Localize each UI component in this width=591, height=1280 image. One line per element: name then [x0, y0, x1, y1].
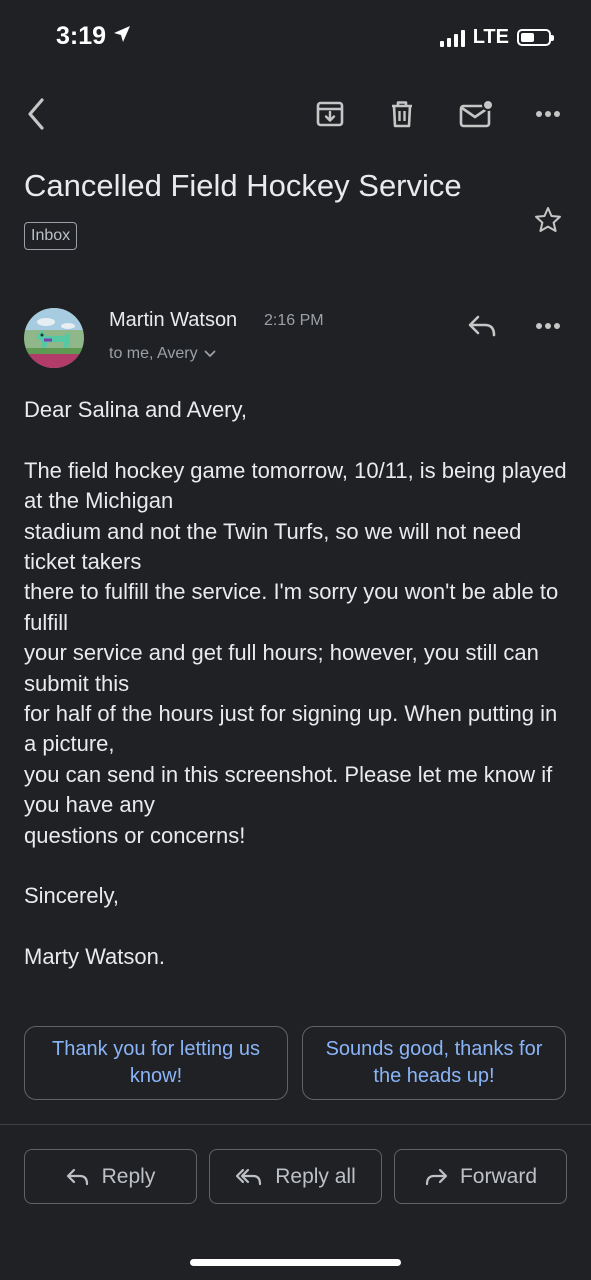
body-line: your service and get full hours; however… — [24, 640, 539, 696]
forward-button[interactable]: Forward — [394, 1149, 567, 1204]
recipients-text: to me, Avery — [109, 345, 198, 362]
sent-time: 2:16 PM — [264, 312, 324, 329]
chevron-down-icon — [204, 350, 216, 358]
reply-all-button[interactable]: Reply all — [209, 1149, 382, 1204]
mark-unread-button[interactable] — [454, 94, 498, 134]
location-arrow-icon — [112, 22, 132, 51]
divider — [0, 1124, 591, 1125]
body-line: you can send in this screenshot. Please … — [24, 761, 553, 818]
reply-icon — [66, 1168, 88, 1185]
body-line: stadium and not the Twin Turfs, so we wi… — [24, 518, 522, 575]
trash-icon — [392, 101, 412, 128]
status-bar-indicators: LTE — [439, 26, 554, 49]
reply-all-icon — [236, 1168, 262, 1185]
forward-label: Forward — [459, 1164, 538, 1188]
dog-avatar-icon — [24, 308, 84, 368]
recipients-toggle[interactable]: to me, Avery — [109, 345, 216, 363]
battery-level — [521, 33, 534, 42]
quick-reply-button[interactable] — [462, 306, 502, 346]
back-arrow-icon — [28, 98, 44, 130]
smart-reply-button[interactable]: Sounds good, thanks for the heads up! — [302, 1026, 566, 1100]
body-line: The field hockey game tomorrow, 10/11, i… — [24, 457, 567, 514]
network-type: LTE — [472, 26, 509, 48]
sender-name[interactable]: Martin Watson — [109, 309, 237, 332]
more-horizontal-icon — [536, 111, 560, 117]
archive-icon — [316, 101, 344, 127]
greeting: Dear Salina and Avery, — [24, 397, 247, 422]
battery-icon — [517, 29, 554, 46]
more-horizontal-icon — [536, 323, 560, 329]
cellular-signal-icon — [439, 29, 465, 47]
status-bar-time: 3:19 — [56, 22, 132, 51]
more-options-button[interactable] — [528, 94, 568, 134]
body-line: questions or concerns! — [24, 822, 246, 848]
delete-button[interactable] — [382, 94, 422, 134]
reply-label: Reply — [101, 1164, 156, 1188]
closing: Sincerely, — [24, 883, 119, 909]
forward-icon — [425, 1168, 448, 1185]
reply-button[interactable]: Reply — [24, 1149, 197, 1204]
back-button[interactable] — [16, 92, 56, 136]
reply-icon — [468, 315, 496, 337]
body-line: for half of the hours just for signing u… — [24, 701, 558, 757]
smart-reply-button[interactable]: Thank you for letting us know! — [24, 1026, 288, 1100]
signature: Marty Watson. — [24, 944, 165, 970]
message-body: Dear Salina and Avery, The field hockey … — [24, 395, 572, 973]
email-subject: Cancelled Field Hockey Service — [24, 168, 462, 203]
status-time-text: 3:19 — [56, 22, 107, 50]
archive-button[interactable] — [310, 94, 350, 134]
star-icon — [535, 207, 561, 232]
body-line: there to fulfill the service. I'm sorry … — [24, 579, 559, 635]
inbox-label-chip[interactable]: Inbox — [24, 222, 78, 250]
home-indicator[interactable] — [190, 1259, 401, 1266]
mark-unread-icon — [459, 99, 493, 128]
star-button[interactable] — [528, 200, 568, 240]
message-more-button[interactable] — [528, 306, 568, 346]
reply-all-label: Reply all — [275, 1164, 356, 1188]
avatar[interactable] — [24, 308, 84, 368]
